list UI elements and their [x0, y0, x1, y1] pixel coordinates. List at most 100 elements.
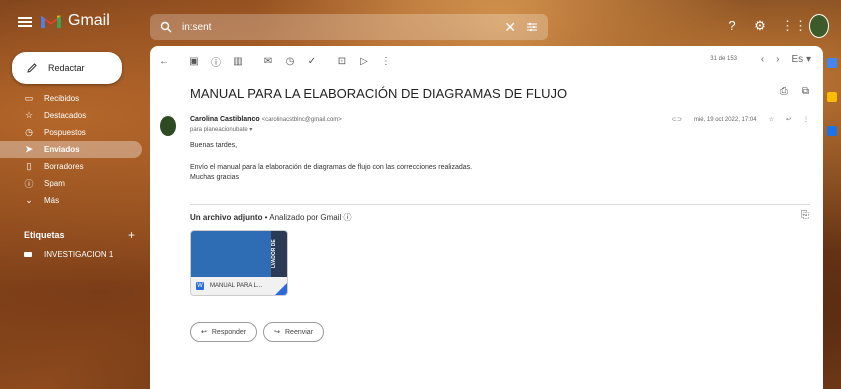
snooze-icon[interactable]: ◷ [284, 56, 296, 67]
sidebar-item-label: Spam [44, 179, 65, 188]
prev-arrow-icon[interactable]: ‹ [761, 54, 764, 65]
search-icon[interactable] [160, 21, 172, 33]
archive-icon[interactable]: ▣ [188, 56, 200, 67]
print-icon[interactable]: ⎙ [780, 86, 788, 97]
label-name: INVESTIGACION 1 [44, 250, 114, 259]
chevron-down-icon: ⌄ [25, 195, 33, 205]
sidebar-item-label: Destacados [44, 111, 87, 120]
sidebar-item-label: Enviados [44, 145, 80, 154]
star-icon[interactable]: ☆ [769, 116, 774, 123]
sidebar-item-sent[interactable]: ➤ Enviados [0, 141, 142, 158]
word-doc-icon: W [196, 282, 204, 290]
sidebar-item-inbox[interactable]: ▭ Recibidos [0, 90, 142, 107]
email-subject: MANUAL PARA LA ELABORACIÓN DE DIAGRAMAS … [190, 86, 568, 101]
scanned-note: • Analizado por Gmail ⓘ [262, 213, 352, 222]
menu-icon[interactable] [18, 17, 32, 27]
apps-grid-icon[interactable]: ⋮⋮ [781, 19, 807, 33]
reply-icon[interactable]: ↩ [786, 116, 791, 123]
email-greeting: Buenas tardes, [190, 142, 238, 149]
settings-icon[interactable]: ⚙ [753, 19, 767, 33]
sidebar-item-label: Recibidos [44, 94, 80, 103]
sender-email: <carolinacstblnc@gmail.com> [261, 117, 342, 123]
sidebar-label-item[interactable]: INVESTIGACION 1 [24, 250, 113, 259]
add-to-drive-icon[interactable]: ⎘ [801, 210, 809, 221]
clock-icon: ◷ [25, 127, 33, 137]
email-body-line: Muchas gracias [190, 174, 240, 181]
sidebar-item-label: Borradores [44, 162, 84, 171]
forward-icon: ↪ [274, 329, 280, 336]
forward-button[interactable]: ↪ Reenviar [263, 322, 325, 342]
keep-icon[interactable] [827, 92, 837, 102]
sidebar-nav: ▭ Recibidos ☆ Destacados ◷ Pospuestos ➤ Envi… [0, 90, 150, 209]
star-icon: ☆ [24, 110, 34, 120]
pencil-icon [27, 63, 37, 73]
attachment-clip-icon: ⊂⊃ [671, 117, 682, 123]
reply-button[interactable]: ↩ Responder [190, 322, 258, 342]
app-name: Gmail [68, 12, 110, 29]
send-icon: ➤ [25, 144, 33, 154]
doc-corner-icon [275, 283, 287, 295]
divider [190, 204, 810, 205]
report-spam-icon[interactable]: ⓘ [210, 54, 222, 69]
labels-heading: Etiquetas [24, 230, 65, 240]
attachments-count: Un archivo adjunto [190, 213, 263, 222]
pagination-counter: 31 de 153 [710, 56, 737, 62]
delete-icon[interactable]: ▥ [232, 56, 244, 67]
sidebar-item-label: Pospuestos [44, 128, 86, 137]
attachment-name: MANUAL PARA L... [210, 283, 263, 289]
tasks-icon[interactable] [827, 126, 837, 136]
search-options-icon[interactable] [526, 21, 538, 33]
reply-icon: ↩ [201, 329, 207, 336]
more-options-icon[interactable]: ⋮ [803, 116, 809, 123]
mark-unread-icon[interactable]: ✉ [262, 56, 274, 67]
email-body-line: Envío el manual para la elaboración de d… [190, 164, 473, 171]
attachment-card[interactable]: LVADOR DE W MANUAL PARA L... [190, 230, 288, 296]
email-toolbar: ← ▣ ⓘ ▥ ✉ ◷ ✓ ⊡ ▷ ⋮ 31 de 153 ‹ › Es ▾ [150, 46, 823, 76]
email-date: mié, 19 oct 2022, 17:04 [693, 116, 757, 123]
inbox-icon: ▭ [24, 93, 34, 103]
next-arrow-icon[interactable]: › [776, 54, 779, 65]
attachment-footer: W MANUAL PARA L... [191, 277, 287, 295]
sender-line: Carolina Castiblanco <carolinacstblnc@gm… [190, 116, 342, 123]
draft-icon: ▯ [26, 161, 32, 171]
email-panel: ← ▣ ⓘ ▥ ✉ ◷ ✓ ⊡ ▷ ⋮ 31 de 153 ‹ › Es ▾ M… [150, 46, 823, 389]
attachment-thumbnail: LVADOR DE [191, 231, 287, 277]
gmail-m-icon [41, 15, 61, 29]
gmail-logo[interactable]: Gmail [40, 12, 110, 30]
move-to-icon[interactable]: ⊡ [336, 56, 348, 67]
sidebar-item-snoozed[interactable]: ◷ Pospuestos [0, 124, 142, 141]
sidebar-item-spam[interactable]: ⓘ Spam [0, 175, 142, 192]
sender-name: Carolina Castiblanco [190, 116, 260, 123]
forward-label: Reenviar [285, 328, 314, 336]
reply-label: Responder [211, 328, 247, 336]
more-options-icon[interactable]: ⋮ [380, 56, 392, 67]
label-tag-icon [24, 252, 32, 257]
clear-search-icon[interactable]: ✕ [504, 19, 516, 36]
sidebar-item-label: Más [44, 196, 60, 205]
search-input[interactable] [180, 20, 484, 34]
open-new-window-icon[interactable]: ⧉ [802, 86, 809, 97]
attachments-heading: Un archivo adjunto • Analizado por Gmail… [190, 212, 352, 223]
sidebar-item-more[interactable]: ⌄ Más [0, 192, 142, 209]
add-label-icon[interactable]: + [128, 228, 135, 242]
top-bar: Gmail ✕ ? ⚙ ⋮⋮ [0, 0, 841, 46]
recipient-line[interactable]: para planeacionubate ▾ [190, 126, 252, 133]
language-label: Es [791, 54, 804, 65]
thumbnail-text: LVADOR DE [271, 231, 287, 277]
compose-button[interactable]: Redactar [12, 52, 122, 84]
calendar-icon[interactable] [827, 58, 837, 68]
sidebar-item-drafts[interactable]: ▯ Borradores [0, 158, 142, 175]
back-arrow-icon[interactable]: ← [158, 56, 170, 67]
label-icon[interactable]: ▷ [358, 56, 370, 67]
add-task-icon[interactable]: ✓ [306, 56, 318, 67]
account-avatar[interactable] [809, 14, 829, 38]
search-bar[interactable]: ✕ [150, 14, 548, 40]
language-selector[interactable]: Es ▾ [792, 54, 811, 65]
sender-avatar [160, 116, 176, 136]
side-panel-strip [823, 46, 841, 389]
help-icon[interactable]: ? [725, 19, 739, 33]
compose-label: Redactar [48, 63, 85, 73]
sidebar-item-starred[interactable]: ☆ Destacados [0, 107, 142, 124]
spam-icon: ⓘ [24, 179, 34, 189]
recipient-text: para planeacionubate [190, 127, 248, 133]
